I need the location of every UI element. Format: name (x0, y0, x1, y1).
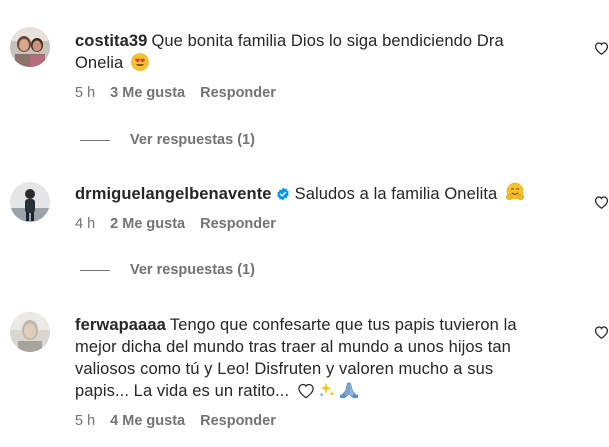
comment-content: Saludos a la familia Onelita (294, 185, 498, 203)
comment-username[interactable]: drmiguelangelbenavente (75, 185, 272, 203)
reply-button[interactable]: Responder (200, 413, 276, 429)
reply-button[interactable]: Responder (200, 216, 276, 232)
heart-eyes-emoji-icon (131, 53, 149, 71)
comment-time: 5 h (75, 85, 96, 101)
view-replies-button[interactable]: Ver respuestas (1) (80, 262, 255, 278)
comment-content-line2: mejor dicha del mundo tras traer al mund… (75, 338, 511, 356)
avatar[interactable] (10, 182, 50, 222)
comment-content-line1: Tengo que confesarte que tus papis tuvie… (169, 316, 517, 334)
verified-badge-icon (276, 187, 290, 201)
comment-content-line2: Onelia (75, 54, 124, 72)
like-heart-icon[interactable] (594, 325, 609, 339)
replies-divider (80, 139, 110, 141)
comment-likes[interactable]: 4 Me gusta (110, 413, 185, 429)
comment-username[interactable]: ferwapaaaa (75, 316, 166, 334)
comment-username[interactable]: costita39 (75, 32, 147, 50)
comment-likes[interactable]: 3 Me gusta (110, 85, 185, 101)
reply-button[interactable]: Responder (200, 85, 276, 101)
folded-hands-emoji-icon (339, 381, 359, 399)
comment-content-line3: valiosos como tú y Leo! Disfruten y valo… (75, 360, 494, 378)
comment-content-line4: papis... La vida es un ratito... (75, 382, 290, 400)
comment-time: 5 h (75, 413, 96, 429)
white-heart-emoji-icon (297, 382, 315, 399)
comment-body: ferwapaaaa Tengo que confesarte que tus p… (75, 314, 555, 430)
like-heart-icon[interactable] (594, 195, 609, 209)
sparkles-emoji-icon (318, 381, 336, 399)
comment-text: costita39 Que bonita familia Dios lo siga… (75, 30, 555, 74)
avatar[interactable] (10, 27, 50, 67)
comment-text: ferwapaaaa Tengo que confesarte que tus p… (75, 314, 555, 402)
avatar[interactable] (10, 312, 50, 352)
comment-likes[interactable]: 2 Me gusta (110, 216, 185, 232)
comment-time: 4 h (75, 216, 96, 232)
comment-meta: 5 h 3 Me gusta Responder (75, 84, 555, 102)
hugging-emoji-icon (505, 182, 525, 202)
view-replies-button[interactable]: Ver respuestas (1) (80, 132, 255, 148)
comment-meta: 5 h 4 Me gusta Responder (75, 412, 555, 430)
comment-content: Que bonita familia Dios lo siga bendicie… (151, 32, 504, 50)
view-replies-label: Ver respuestas (1) (130, 132, 255, 148)
like-heart-icon[interactable] (594, 41, 609, 55)
comment-meta: 4 h 2 Me gusta Responder (75, 215, 555, 233)
comment-text: drmiguelangelbenavente Saludos a la fami… (75, 182, 555, 205)
comment-body: costita39 Que bonita familia Dios lo siga… (75, 30, 555, 102)
view-replies-label: Ver respuestas (1) (130, 262, 255, 278)
comment-body: drmiguelangelbenavente Saludos a la fami… (75, 182, 555, 233)
replies-divider (80, 269, 110, 271)
